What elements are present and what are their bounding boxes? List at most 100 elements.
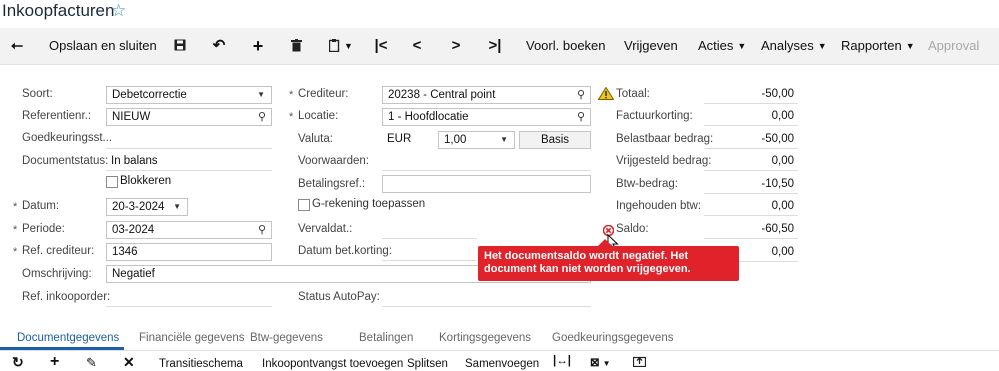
save-and-close-button[interactable]: Opslaan en sluiten [49,28,157,64]
factuurkorting-underline [704,125,798,126]
belastbaar-label: Belastbaar bedrag: [616,133,714,145]
undo-icon[interactable]: ↶ [210,28,228,64]
first-record-icon[interactable]: |< [373,28,389,64]
transitieschema-button[interactable]: Transitieschema [159,358,243,370]
pencil-icon[interactable]: ✎ [86,355,97,371]
referentie-input[interactable]: NIEUW ⚲ [106,108,272,126]
search-icon[interactable]: ⚲ [258,222,266,238]
next-icon[interactable]: > [450,28,462,64]
crediteur-label: Crediteur: [298,88,349,100]
vervaldat-label: Vervaldat.: [298,223,353,235]
refcred-label: Ref. crediteur: [22,245,95,257]
refresh-icon[interactable]: ↻ [12,354,24,371]
docstatus-value: In balans [111,155,158,167]
tab-betalingen[interactable]: Betalingen [359,332,413,344]
star-outline-icon[interactable]: ☆ [111,1,126,21]
floppy-disk-icon[interactable] [171,28,189,64]
samenvoegen-button[interactable]: Samenvoegen [465,358,539,370]
close-icon[interactable]: ✕ [123,354,135,371]
refinkoop-label: Ref. inkooporder: [22,291,111,303]
refinkoop-field [106,306,272,307]
periode-input[interactable]: 03-2024 ⚲ [106,221,272,239]
factuurkorting-value: 0,00 [771,110,794,122]
approval-button[interactable]: Approval [928,28,979,64]
docstatus-underline [106,170,272,171]
tab-kortingsgegevens[interactable]: Kortingsgegevens [439,332,531,344]
required-marker: * [13,246,18,258]
statusautopay-field [382,306,591,307]
plus-icon[interactable]: + [249,28,267,64]
crediteur-value: 20238 - Central point [388,89,496,101]
datumbetkorting-label: Datum bet.korting: [298,245,392,257]
prerelease-button[interactable]: Voorl. boeken [526,28,606,64]
locatie-label: Locatie: [298,110,339,122]
search-icon[interactable]: ⚲ [577,109,585,125]
vervaldat-field [382,238,477,239]
blokkeren-checkbox[interactable] [106,176,118,188]
analyses-menu[interactable]: Analyses ▼ [761,28,827,64]
voorwaarden-field [382,170,591,171]
tab-financiele-gegevens[interactable]: Financiële gegevens [139,332,245,344]
error-tooltip: Het documentsaldo wordt negatief. Het do… [478,239,739,281]
search-icon[interactable]: ⚲ [577,87,585,103]
btw-underline [704,193,798,194]
actions-menu[interactable]: Acties ▼ [698,28,746,64]
copy-paste-icon[interactable]: ▼ [327,28,355,64]
tab-btw-gegevens[interactable]: Btw-gegevens [250,332,323,344]
statusautopay-label: Status AutoPay: [298,291,380,303]
referentie-label: Referentienr.: [22,110,92,122]
vrijgesteld-underline [704,170,798,171]
totaal-value: -50,00 [761,88,794,100]
chevron-down-icon: ▼ [173,202,181,211]
locatie-input[interactable]: 1 - Hoofdlocatie ⚲ [382,108,591,126]
crediteur-input[interactable]: 20238 - Central point ⚲ [382,86,591,104]
saldo-label: Saldo: [616,223,649,235]
omschrijving-label: Omschrijving: [22,268,92,280]
excel-export-icon[interactable]: ⊠ ▼ [590,355,611,369]
search-icon[interactable]: ⚲ [258,109,266,125]
chevron-down-icon: ▼ [737,41,747,51]
goedkeuring-label: Goedkeuringsst... [22,132,113,144]
totaal-underline [704,103,798,104]
vrijgesteld-label: Vrijgesteld bedrag: [616,155,712,167]
ingehouden-value: 0,00 [771,200,794,212]
tab-goedkeuringsgegevens[interactable]: Goedkeuringsgegevens [552,332,673,344]
datum-input[interactable]: 20-3-2024 ▼ [106,198,188,216]
ingehouden-label: Ingehouden btw: [616,200,702,212]
arrow-left-icon[interactable]: ⭠ [8,28,26,64]
page-title: Inkoopfacturen [2,1,115,20]
valuta-rate-select[interactable]: 1,00 ▼ [438,131,515,149]
inkoopontvangst-toevoegen-button[interactable]: Inkoopontvangst toevoegen [262,358,403,370]
basis-button[interactable]: Basis [519,131,591,149]
release-button[interactable]: Vrijgeven [624,28,678,64]
fit-columns-icon[interactable]: |↔| [553,355,571,367]
grekening-checkbox[interactable] [298,199,310,211]
warning-icon [597,86,615,103]
soort-select[interactable]: Debetcorrectie ▼ [106,86,272,104]
betalingsref-input[interactable] [382,175,591,193]
omschrijving-value: Negatief [112,268,155,280]
reports-menu[interactable]: Rapporten ▼ [841,28,915,64]
upload-icon[interactable] [632,355,647,370]
last-record-icon[interactable]: >| [487,28,503,64]
chevron-down-icon: ▼ [817,41,827,51]
splitsen-button[interactable]: Splitsen [407,358,448,370]
periode-label: Periode: [22,223,65,235]
tab-documentgegevens[interactable]: Documentgegevens [17,332,119,344]
analyses-label: Analyses [761,38,814,53]
trash-icon[interactable] [287,28,305,64]
voorwaarden-label: Voorwaarden: [298,155,369,167]
refcred-value: 1346 [112,246,138,258]
required-marker: * [289,111,294,123]
btw-value: -10,50 [761,178,794,190]
refcred-input[interactable]: 1346 [106,243,272,261]
periode-value: 03-2024 [112,224,155,236]
chevron-down-icon: ▼ [905,41,915,51]
saldo-underline [704,238,798,239]
valuta-code: EUR [387,133,412,145]
plus-icon[interactable]: + [50,353,59,371]
valuta-label: Valuta: [298,133,333,145]
previous-icon[interactable]: < [411,28,423,64]
betalingsref-label: Betalingsref.: [298,178,366,190]
goedkeuring-field [106,148,272,149]
